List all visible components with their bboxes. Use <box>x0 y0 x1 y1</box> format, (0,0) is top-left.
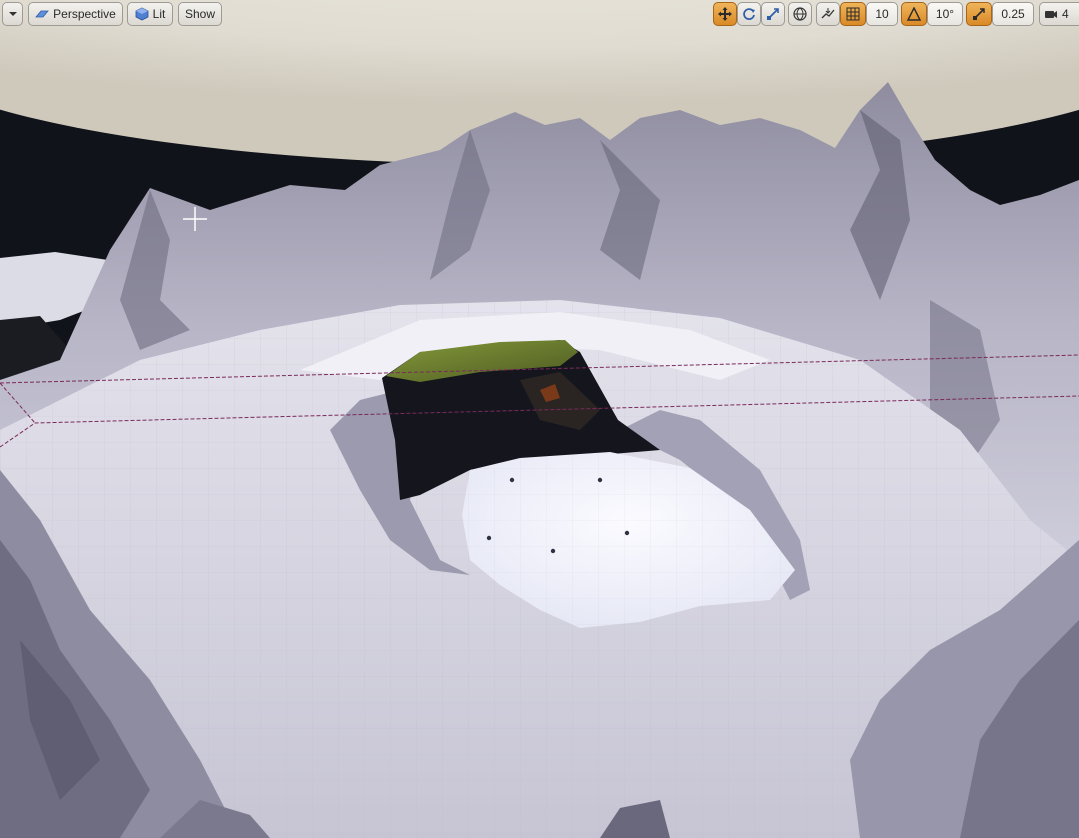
rotation-snap-value-label: 10° <box>935 7 955 21</box>
rotation-snap-toggle[interactable] <box>901 2 927 26</box>
lit-sphere-icon <box>135 7 149 21</box>
viewport-options-button[interactable] <box>2 2 23 26</box>
camera-speed-label: 4 <box>1062 7 1069 21</box>
surface-snap-button[interactable] <box>816 2 840 26</box>
angle-icon <box>907 7 921 21</box>
perspective-view-icon <box>35 7 49 21</box>
perspective-button[interactable]: Perspective <box>28 2 123 26</box>
grid-snap-toggle[interactable] <box>840 2 866 26</box>
perspective-label: Perspective <box>53 7 116 21</box>
chevron-down-icon <box>6 7 20 21</box>
grid-snap-value-label: 10 <box>875 7 889 21</box>
camera-icon <box>1044 7 1058 21</box>
lit-button[interactable]: Lit <box>127 2 173 26</box>
scale-snap-value[interactable]: 0.25 <box>992 2 1034 26</box>
lit-label: Lit <box>152 7 166 21</box>
camera-speed-button[interactable]: 4 <box>1039 2 1079 26</box>
world-space-button[interactable] <box>788 2 812 26</box>
rotate-icon <box>742 7 756 21</box>
show-button[interactable]: Show <box>178 2 222 26</box>
grid-snap-value[interactable]: 10 <box>866 2 898 26</box>
level-viewport[interactable] <box>0 0 1079 838</box>
translate-tool-button[interactable] <box>713 2 737 26</box>
rotate-tool-button[interactable] <box>737 2 761 26</box>
grid-icon <box>846 7 860 21</box>
viewport-toolbar: Perspective Lit Show 10 10° 0.25 4 <box>0 0 1079 30</box>
scale-icon <box>766 7 780 21</box>
show-label: Show <box>184 7 216 21</box>
scale-snap-icon <box>972 7 986 21</box>
surface-snap-icon <box>821 7 835 21</box>
scale-snap-toggle[interactable] <box>966 2 992 26</box>
globe-icon <box>793 7 807 21</box>
scale-tool-button[interactable] <box>761 2 785 26</box>
crosshair-icon <box>183 207 207 231</box>
scale-snap-value-label: 0.25 <box>1001 7 1025 21</box>
rotation-snap-value[interactable]: 10° <box>927 2 963 26</box>
move-arrows-icon <box>718 7 732 21</box>
